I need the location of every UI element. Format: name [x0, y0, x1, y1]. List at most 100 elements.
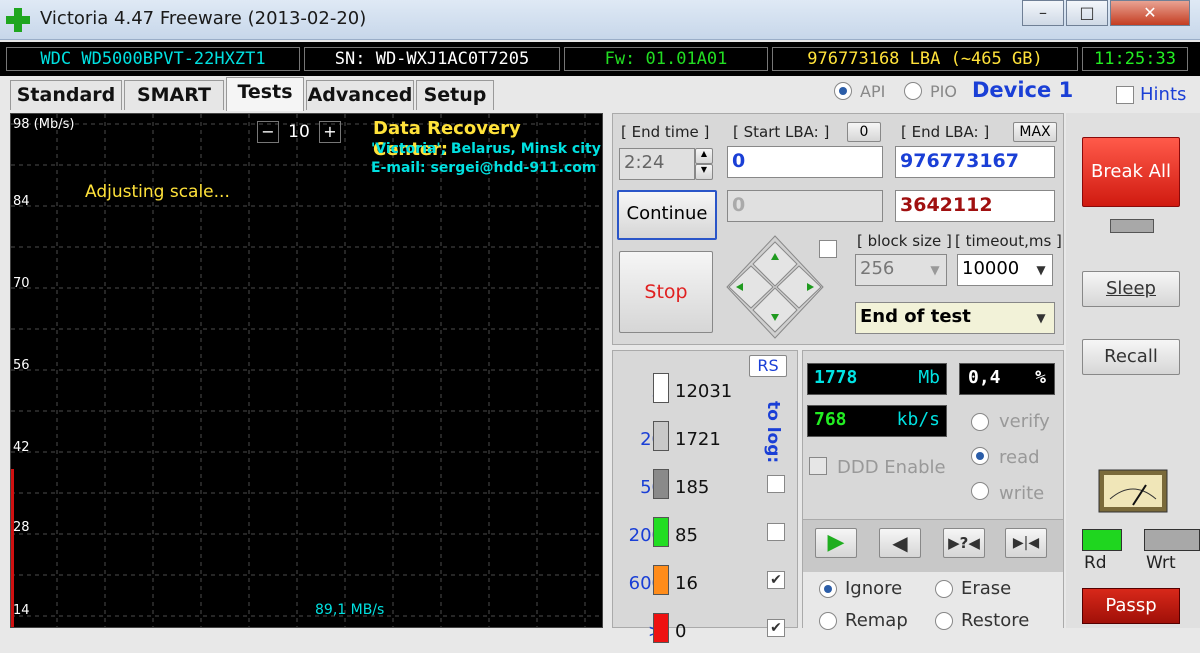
- current-position-field: 0: [727, 190, 883, 222]
- tab-smart[interactable]: SMART: [124, 80, 224, 110]
- stat-row: 200 85: [613, 517, 799, 557]
- log-checkbox[interactable]: ✔: [767, 571, 785, 589]
- speed-value: 768: [814, 409, 847, 430]
- api-radio[interactable]: [834, 82, 852, 100]
- drive-info-bar: WDC WD5000BPVT-22HXZT1 SN: WD-WXJ1AC0T72…: [0, 42, 1200, 76]
- speed-readout: 768 kb/s: [807, 405, 947, 437]
- end-time-field[interactable]: 2:24: [619, 148, 695, 180]
- tab-standard[interactable]: Standard: [10, 80, 122, 110]
- remap-radio[interactable]: [819, 612, 837, 630]
- y-tick: 42: [13, 440, 30, 455]
- scale-plus-button[interactable]: +: [319, 121, 341, 143]
- to-end-button[interactable]: ▶|◀: [1005, 528, 1047, 558]
- ignore-radio[interactable]: [819, 580, 837, 598]
- stat-row: 20 1721: [613, 421, 799, 461]
- drive-lba: 976773168 LBA (~465 GB): [772, 47, 1078, 71]
- window-title: Victoria 4.47 Freeware (2013-02-20): [40, 8, 367, 29]
- title-bar: Victoria 4.47 Freeware (2013-02-20) – □ …: [0, 0, 1200, 40]
- stat-color-swatch: [653, 613, 669, 643]
- sleep-button[interactable]: Sleep: [1082, 271, 1180, 307]
- play-backward-button[interactable]: ◀: [879, 528, 921, 558]
- speed-unit: kb/s: [896, 409, 940, 430]
- maximize-button[interactable]: □: [1066, 0, 1108, 26]
- test-actions: ▶ ◀ ▶?◀ ▶|◀ Ignore Erase Remap Restore: [803, 519, 1063, 631]
- mb-readout: 1778 Mb: [807, 363, 947, 395]
- stop-button[interactable]: Stop: [619, 251, 713, 333]
- read-label: read: [999, 447, 1040, 468]
- readout-panel: 1778 Mb 0,4% 768 kb/s verify DDD Enable re…: [802, 350, 1064, 631]
- start-lba-label: [ Start LBA: ]: [733, 123, 830, 141]
- start-lba-field[interactable]: 0: [727, 146, 883, 178]
- rd-label: Rd: [1084, 553, 1107, 573]
- break-all-button[interactable]: Break All: [1082, 137, 1180, 207]
- restore-radio[interactable]: [935, 612, 953, 630]
- play-forward-button[interactable]: ▶: [815, 528, 857, 558]
- log-checkbox[interactable]: ✔: [767, 619, 785, 637]
- ddd-enable-label: DDD Enable: [837, 457, 946, 478]
- end-time-up-icon[interactable]: ▲: [695, 148, 713, 164]
- recall-button[interactable]: Recall: [1082, 339, 1180, 375]
- chevron-down-icon[interactable]: ▼: [925, 256, 945, 284]
- graph-status: Adjusting scale...: [85, 182, 230, 202]
- block-size-label: [ block size ]: [857, 232, 952, 250]
- stat-row: 600 16 ✔: [613, 565, 799, 605]
- credit-line-1: 'Victoria', Belarus, Minsk city: [371, 141, 601, 157]
- ddd-enable-checkbox[interactable]: [809, 457, 827, 475]
- green-cross-icon: [6, 8, 30, 32]
- close-button[interactable]: ✕: [1110, 0, 1190, 26]
- erase-label: Erase: [961, 578, 1012, 599]
- continue-button[interactable]: Continue: [617, 190, 717, 240]
- tab-setup[interactable]: Setup: [416, 80, 494, 110]
- y-tick: 28: [13, 520, 30, 535]
- stat-count: 16: [675, 573, 698, 594]
- device-label: Device 1: [972, 78, 1074, 102]
- percent-unit: %: [1035, 367, 1046, 388]
- tab-advanced[interactable]: Advanced: [306, 80, 414, 110]
- stat-color-swatch: [653, 565, 669, 595]
- stat-row: >0✔: [613, 613, 799, 653]
- graph-speed: 89,1 MB/s: [315, 602, 385, 618]
- stat-count: 185: [675, 477, 710, 498]
- y-tick: 84: [13, 194, 30, 209]
- credit-line-2: E-mail: sergei@hdd-911.com: [371, 160, 597, 176]
- pio-label: PIO: [930, 82, 957, 101]
- chevron-down-icon[interactable]: ▼: [1031, 304, 1051, 332]
- end-action-select[interactable]: End of test: [855, 302, 1055, 334]
- scale-minus-button[interactable]: −: [257, 121, 279, 143]
- stat-row: 512031: [613, 373, 799, 413]
- chevron-down-icon[interactable]: ▼: [1031, 256, 1051, 284]
- start-lba-zero-button[interactable]: 0: [847, 122, 881, 142]
- log-checkbox[interactable]: [767, 523, 785, 541]
- erase-radio[interactable]: [935, 580, 953, 598]
- pio-radio[interactable]: [904, 82, 922, 100]
- side-panel: Break All Sleep Recall Rd Wrt Passp: [1066, 113, 1200, 628]
- nav-lock-checkbox[interactable]: [819, 240, 837, 258]
- passp-button[interactable]: Passp: [1082, 588, 1180, 624]
- test-control-panel: [ End time ] 2:24 ▲ ▼ [ Start LBA: ] 0 0…: [612, 113, 1064, 345]
- skip-button[interactable]: ▶?◀: [943, 528, 985, 558]
- scale-value: 10: [288, 122, 310, 142]
- end-lba-label: [ End LBA: ]: [901, 123, 990, 141]
- tab-tests[interactable]: Tests: [226, 77, 304, 111]
- log-checkbox[interactable]: [767, 475, 785, 493]
- ignore-label: Ignore: [845, 578, 903, 599]
- current-lba-field: 3642112: [895, 190, 1055, 222]
- percent-readout: 0,4%: [959, 363, 1055, 395]
- write-radio[interactable]: [971, 482, 989, 500]
- write-label: write: [999, 483, 1045, 504]
- y-tick: 70: [13, 276, 30, 291]
- end-time-down-icon[interactable]: ▼: [695, 164, 713, 180]
- hints-checkbox[interactable]: [1116, 86, 1134, 104]
- end-lba-field[interactable]: 976773167: [895, 146, 1055, 178]
- read-radio[interactable]: [971, 447, 989, 465]
- verify-radio[interactable]: [971, 413, 989, 431]
- minimize-button[interactable]: –: [1022, 0, 1064, 26]
- mb-value: 1778: [814, 367, 858, 388]
- navigation-diamond[interactable]: [725, 234, 825, 340]
- error-action-group: Ignore Erase Remap Restore: [803, 572, 1063, 631]
- end-lba-max-button[interactable]: MAX: [1013, 122, 1057, 142]
- speed-graph: 98 (Mb/s) 84 70 56 42 28 14 − 10 + Adjus…: [10, 113, 603, 628]
- api-label: API: [860, 82, 886, 101]
- percent-value: 0,4: [968, 367, 1001, 388]
- y-tick: 14: [13, 603, 30, 618]
